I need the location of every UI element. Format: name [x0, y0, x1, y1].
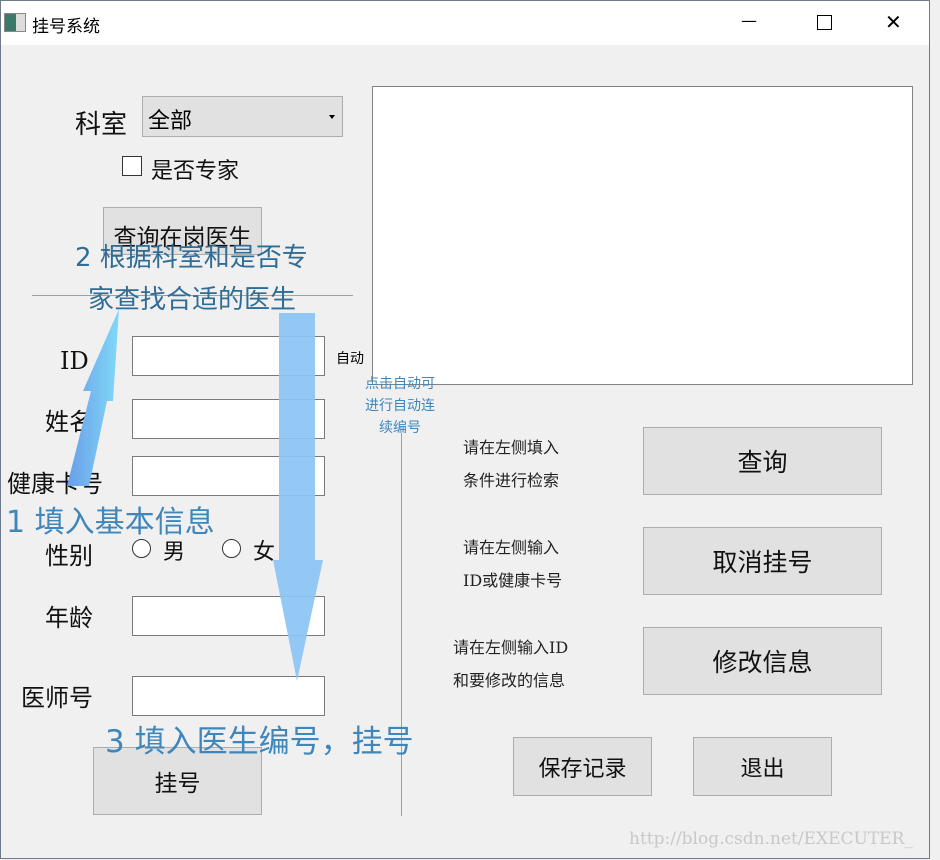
- app-window: 挂号系统 — ✕ 科室 全部 是否专家 查询在岗医生 ID 自动 姓名 健康卡号…: [0, 0, 930, 859]
- auto-note-line: 续编号: [379, 420, 421, 436]
- annotation-step3: 3 填入医生编号，挂号: [105, 724, 414, 760]
- down-arrow-icon: [273, 313, 323, 681]
- annotation-step2-line2: 家查找合适的医生: [88, 285, 297, 315]
- auto-note-line: 进行自动连: [365, 398, 435, 414]
- annotation-auto-note: 点击自动可 进行自动连 续编号: [361, 373, 439, 439]
- annotation-step1: 1 填入基本信息: [6, 505, 215, 540]
- auto-note-line: 点击自动可: [365, 376, 435, 392]
- up-arrow-icon: [67, 309, 119, 486]
- annotation-step2-line1: 2 根据科室和是否专: [75, 243, 308, 273]
- watermark: http://blog.csdn.net/EXECUTER_: [629, 829, 913, 849]
